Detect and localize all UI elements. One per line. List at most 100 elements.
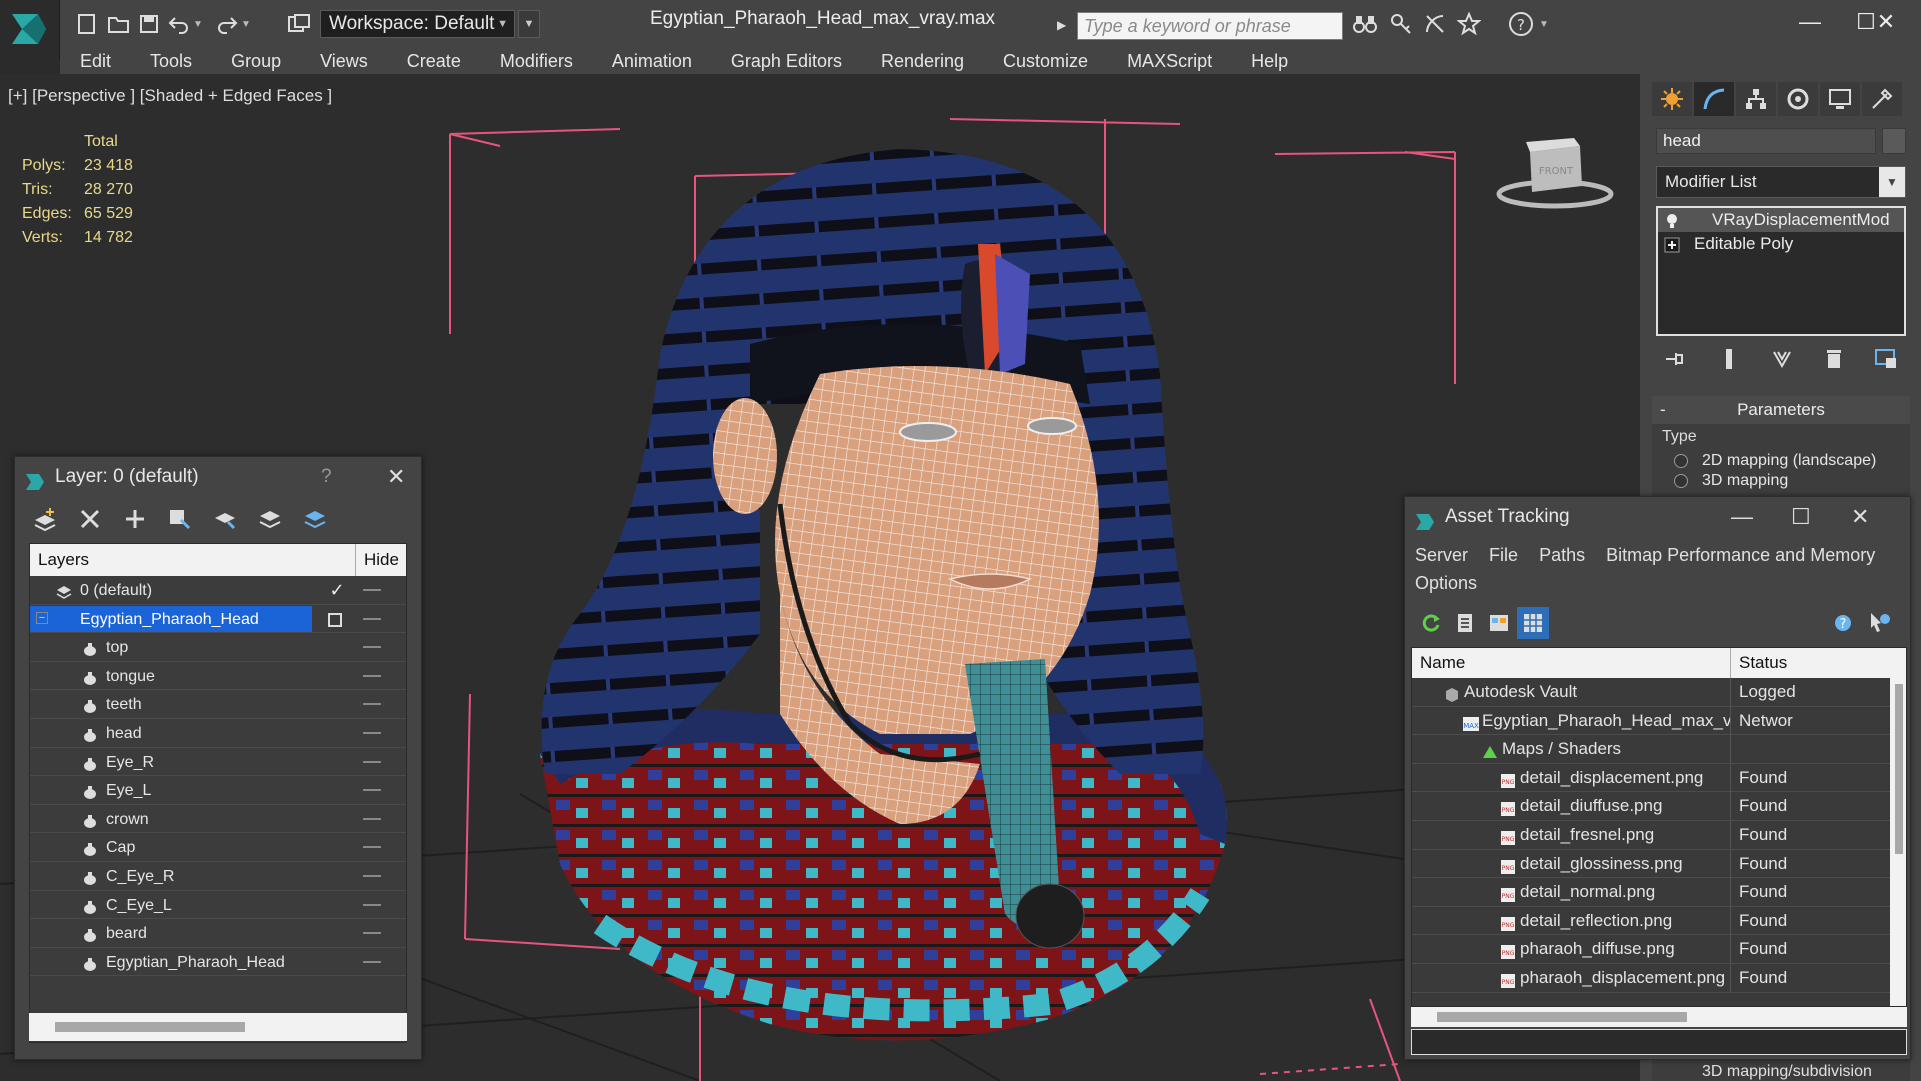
asset-row[interactable]: MAXEgyptian_Pharaoh_Head_max_vray.maxNet… (1412, 706, 1906, 736)
hide-toggle[interactable] (363, 846, 381, 849)
new-file-icon[interactable] (72, 9, 102, 39)
asset-menu-file[interactable]: File (1489, 545, 1518, 565)
hierarchy-tab-icon[interactable] (1736, 82, 1776, 116)
key-icon[interactable] (1386, 9, 1416, 39)
asset-row[interactable]: PNG pharaoh_diffuse.png Found (1412, 935, 1906, 964)
active-layer-check-icon[interactable]: ✓ (322, 576, 352, 604)
collapse-layer-icon[interactable]: − (36, 611, 48, 624)
scrollbar-thumb[interactable] (1895, 684, 1903, 854)
object-row[interactable]: top (30, 633, 406, 662)
object-row[interactable]: C_Eye_L (30, 891, 406, 920)
add-to-layer-icon[interactable] (119, 503, 151, 535)
binoculars-icon[interactable] (1350, 9, 1380, 39)
refresh-icon[interactable] (1415, 607, 1447, 639)
menu-customize[interactable]: Customize (983, 51, 1107, 72)
search-input[interactable]: Type a keyword or phrase (1077, 12, 1343, 40)
assets-vertical-scrollbar[interactable] (1890, 678, 1906, 1006)
modify-tab-icon[interactable] (1694, 82, 1734, 116)
column-status[interactable]: Status (1730, 648, 1787, 678)
asset-row[interactable]: Maps / Shaders (1412, 735, 1906, 764)
object-row[interactable]: teeth (30, 690, 406, 719)
layer-row[interactable]: Egyptian_Pharaoh_Head − (30, 605, 406, 634)
close-panel-button[interactable]: ✕ (387, 457, 405, 497)
menu-modifiers[interactable]: Modifiers (480, 51, 592, 72)
hide-toggle[interactable] (363, 674, 381, 677)
save-icon[interactable] (134, 9, 164, 39)
assets-horizontal-scrollbar[interactable] (1411, 1007, 1907, 1027)
set-active-layer-box[interactable] (328, 612, 342, 627)
delete-layer-icon[interactable] (74, 503, 106, 535)
hide-toggle[interactable] (363, 817, 381, 820)
hide-toggle[interactable] (363, 589, 381, 591)
minimize-button[interactable]: — (1782, 4, 1838, 40)
scrollbar-thumb[interactable] (1437, 1012, 1687, 1022)
asset-row[interactable]: PNG detail_glossiness.png Found (1412, 849, 1906, 879)
thumbnail-view-icon[interactable] (1483, 607, 1515, 639)
object-row[interactable]: beard (30, 919, 406, 948)
open-file-icon[interactable] (104, 9, 134, 39)
expand-plus-icon[interactable] (1664, 236, 1680, 253)
menu-help[interactable]: Help (1231, 51, 1307, 72)
pin-stack-icon[interactable] (1664, 349, 1686, 374)
asset-row[interactable]: PNG detail_normal.png Found (1412, 878, 1906, 907)
object-row[interactable]: crown (30, 805, 406, 834)
select-objects-icon[interactable] (164, 503, 196, 535)
column-name[interactable]: Name (1420, 648, 1465, 678)
menu-rendering[interactable]: Rendering (861, 51, 983, 72)
stack-item-editable-poly[interactable]: Editable Poly (1658, 232, 1904, 256)
menu-animation[interactable]: Animation (592, 51, 711, 72)
layer-panel-title-bar[interactable]: Layer: 0 (default) ? ✕ (15, 457, 421, 497)
hide-toggle[interactable] (363, 760, 381, 763)
stack-item-vraydisplacementmod[interactable]: VRayDisplacementMod (1658, 208, 1904, 232)
asset-row[interactable]: PNG detail_displacement.png Found (1412, 763, 1906, 793)
display-tab-icon[interactable] (1820, 82, 1860, 116)
viewport-label[interactable]: [+] [Perspective ] [Shaded + Edged Faces… (8, 86, 332, 106)
freeze-all-icon[interactable] (299, 503, 331, 535)
help-dropdown-icon[interactable]: ▼ (1536, 9, 1552, 39)
object-row[interactable]: C_Eye_R (30, 862, 406, 891)
menu-views[interactable]: Views (300, 51, 387, 72)
radio-2d-mapping[interactable]: 2D mapping (landscape) (1674, 452, 1910, 470)
maximize-panel-button[interactable]: ☐ (1791, 497, 1811, 537)
list-view-icon[interactable] (1449, 607, 1481, 639)
hide-toggle[interactable] (363, 731, 381, 734)
hide-toggle[interactable] (363, 646, 381, 649)
modifier-list-dropdown[interactable]: Modifier List ▼ (1656, 166, 1906, 198)
layer-row[interactable]: 0 (default) ✓ (30, 576, 406, 605)
asset-menu-paths[interactable]: Paths (1539, 545, 1585, 565)
table-view-icon[interactable] (1517, 607, 1549, 639)
undo-dropdown-icon[interactable]: ▼ (190, 9, 206, 39)
close-button[interactable]: ✕ (1856, 4, 1916, 40)
configure-sets-icon[interactable] (1874, 348, 1898, 375)
asset-row[interactable]: PNG detail_reflection.png Found (1412, 906, 1906, 936)
minimize-panel-button[interactable]: — (1731, 497, 1753, 537)
object-row[interactable]: tongue (30, 662, 406, 691)
show-end-result-icon[interactable] (1718, 347, 1740, 376)
hide-toggle[interactable] (363, 789, 381, 792)
asset-context-help-icon[interactable] (1863, 607, 1895, 639)
menu-create[interactable]: Create (387, 51, 480, 72)
asset-row[interactable]: PNG detail_fresnel.png Found (1412, 820, 1906, 850)
hide-toggle[interactable] (363, 617, 381, 620)
star-icon[interactable] (1454, 9, 1484, 39)
hide-toggle[interactable] (363, 874, 381, 877)
highlight-layer-icon[interactable] (209, 503, 241, 535)
project-folder-icon[interactable] (284, 9, 314, 39)
lightbulb-icon[interactable] (1664, 212, 1680, 228)
create-tab-icon[interactable] (1652, 82, 1692, 116)
asset-menu-options[interactable]: Options (1415, 573, 1477, 593)
redo-dropdown-icon[interactable]: ▼ (238, 9, 254, 39)
object-row[interactable]: Egyptian_Pharaoh_Head (30, 948, 406, 977)
menu-maxscript[interactable]: MAXScript (1107, 51, 1231, 72)
menu-group[interactable]: Group (211, 51, 300, 72)
asset-row[interactable]: PNG pharaoh_displacement.png Found (1412, 963, 1906, 993)
help-button[interactable]: ? (321, 457, 332, 497)
asset-menu-server[interactable]: Server (1415, 545, 1468, 565)
object-row[interactable]: head (30, 719, 406, 748)
asset-menu-bitmap-performance[interactable]: Bitmap Performance and Memory (1606, 545, 1875, 565)
asset-row[interactable]: PNG detail_diuffuse.png Found (1412, 792, 1906, 821)
close-panel-button[interactable]: ✕ (1851, 497, 1869, 537)
object-row[interactable]: Eye_L (30, 776, 406, 805)
menu-tools[interactable]: Tools (130, 51, 211, 72)
workspace-dropdown[interactable]: Workspace: Default ▼ (320, 10, 515, 38)
